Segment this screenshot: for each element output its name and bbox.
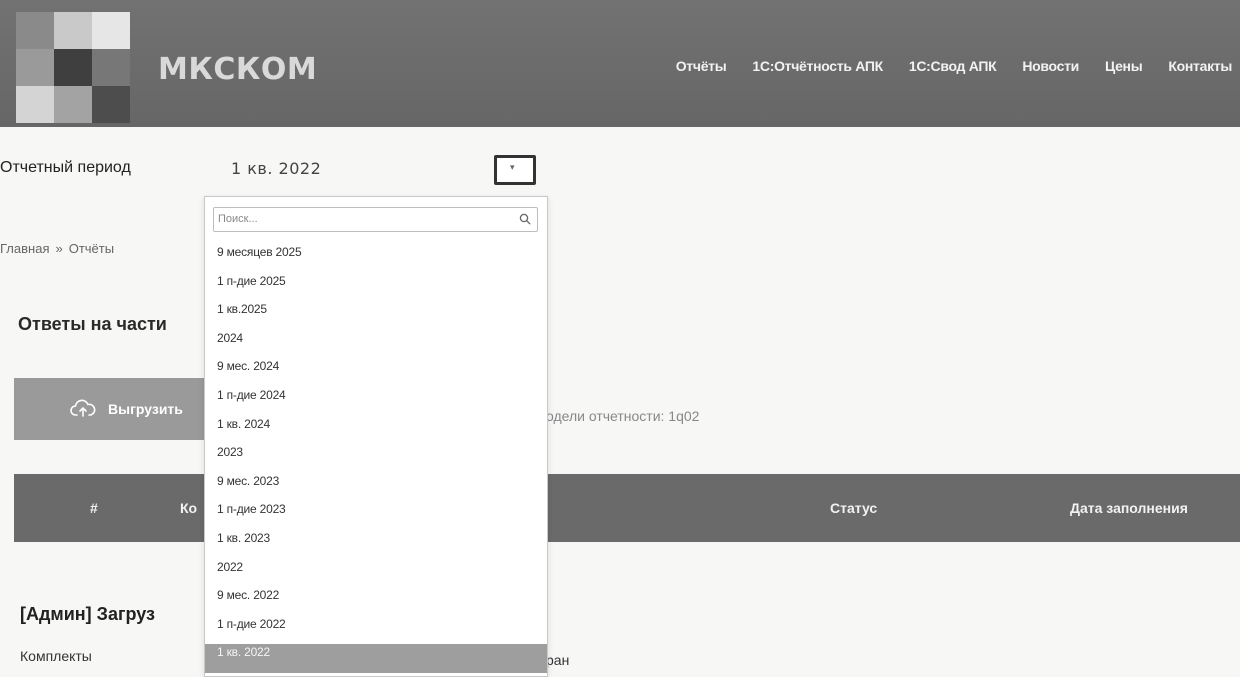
dropdown-search: [213, 207, 538, 232]
period-dropdown: 9 месяцев 20251 п-дие 20251 кв.202520249…: [204, 196, 548, 677]
dropdown-option[interactable]: 2022: [205, 559, 547, 588]
dropdown-option[interactable]: 1 кв. 2024: [205, 416, 547, 445]
column-header-status: Статус: [830, 500, 878, 516]
search-icon: [519, 213, 531, 225]
dropdown-option[interactable]: 9 мес. 2023: [205, 473, 547, 502]
logo-tile: [92, 86, 130, 123]
logo-tile: [54, 49, 92, 86]
breadcrumb-home[interactable]: Главная: [0, 241, 49, 256]
reporting-model-text: одели отчетности: 1q02: [546, 408, 700, 424]
breadcrumb: Главная » Отчёты: [0, 241, 114, 256]
period-label: Отчетный период: [0, 159, 131, 176]
cloud-upload-icon: [70, 399, 96, 417]
column-header-name: Ко: [180, 500, 198, 516]
nav-item-1c-svod[interactable]: 1С:Свод АПК: [909, 58, 997, 74]
dropdown-option[interactable]: 9 месяцев 2025: [205, 244, 547, 273]
row-text-fragment: ран: [546, 652, 570, 668]
logo-mosaic[interactable]: [16, 12, 132, 124]
logo-tile: [16, 49, 54, 86]
nav-item-1c-apk[interactable]: 1С:Отчётность АПК: [752, 58, 883, 74]
dropdown-option[interactable]: 1 п-дие 2025: [205, 273, 547, 302]
upload-button-label: Выгрузить: [108, 401, 183, 417]
table-header: # Ко Статус Дата заполнения: [14, 474, 1240, 542]
dropdown-option[interactable]: 1 п-дие 2023: [205, 501, 547, 530]
dropdown-option[interactable]: 1 кв. 2023: [205, 530, 547, 559]
period-select-toggle[interactable]: ▾: [494, 155, 536, 185]
upload-button[interactable]: Выгрузить: [14, 378, 214, 440]
logo-tile: [54, 12, 92, 49]
nav-item-contacts[interactable]: Контакты: [1168, 58, 1232, 74]
nav-item-reports[interactable]: Отчёты: [676, 58, 727, 74]
main-nav: Отчёты 1С:Отчётность АПК 1С:Свод АПК Нов…: [676, 58, 1233, 74]
section-title: Ответы на части: [18, 314, 167, 334]
column-header-number: #: [90, 500, 98, 516]
dropdown-option[interactable]: 2024: [205, 330, 547, 359]
dropdown-option[interactable]: 9 мес. 2024: [205, 358, 547, 387]
dropdown-option[interactable]: 1 кв. 2022: [205, 644, 547, 673]
column-header-date: Дата заполнения: [1070, 500, 1188, 516]
dropdown-option[interactable]: 9 мес. 2022: [205, 587, 547, 616]
dropdown-option[interactable]: 1 п-дие 2022: [205, 616, 547, 645]
sets-label: Комплекты: [20, 648, 92, 664]
breadcrumb-separator: »: [55, 241, 63, 256]
period-select-value[interactable]: 1 кв. 2022: [231, 159, 321, 178]
logo-tile: [92, 49, 130, 86]
logo-tile: [16, 12, 54, 49]
dropdown-option[interactable]: 1 п-дие 2024: [205, 387, 547, 416]
dropdown-options: 9 месяцев 2025 1 п-дие 2025 1 кв.2025 2024 9…: [205, 244, 547, 673]
logo-tile: [54, 86, 92, 123]
brand-name[interactable]: МКСКОМ: [158, 52, 317, 87]
breadcrumb-current: Отчёты: [68, 241, 115, 256]
site-header: МКСКОМ Отчёты 1С:Отчётность АПК 1С:Свод …: [0, 0, 1240, 127]
nav-item-news[interactable]: Новости: [1022, 58, 1079, 74]
logo-tile: [16, 86, 54, 123]
chevron-down-icon: ▾: [510, 162, 515, 172]
dropdown-option[interactable]: 1 кв.2025: [205, 301, 547, 330]
admin-section-title: [Админ] Загруз: [20, 604, 155, 624]
search-input[interactable]: [218, 210, 508, 228]
dropdown-option[interactable]: 2023: [205, 444, 547, 473]
logo-tile: [92, 12, 130, 49]
nav-item-prices[interactable]: Цены: [1105, 58, 1143, 74]
